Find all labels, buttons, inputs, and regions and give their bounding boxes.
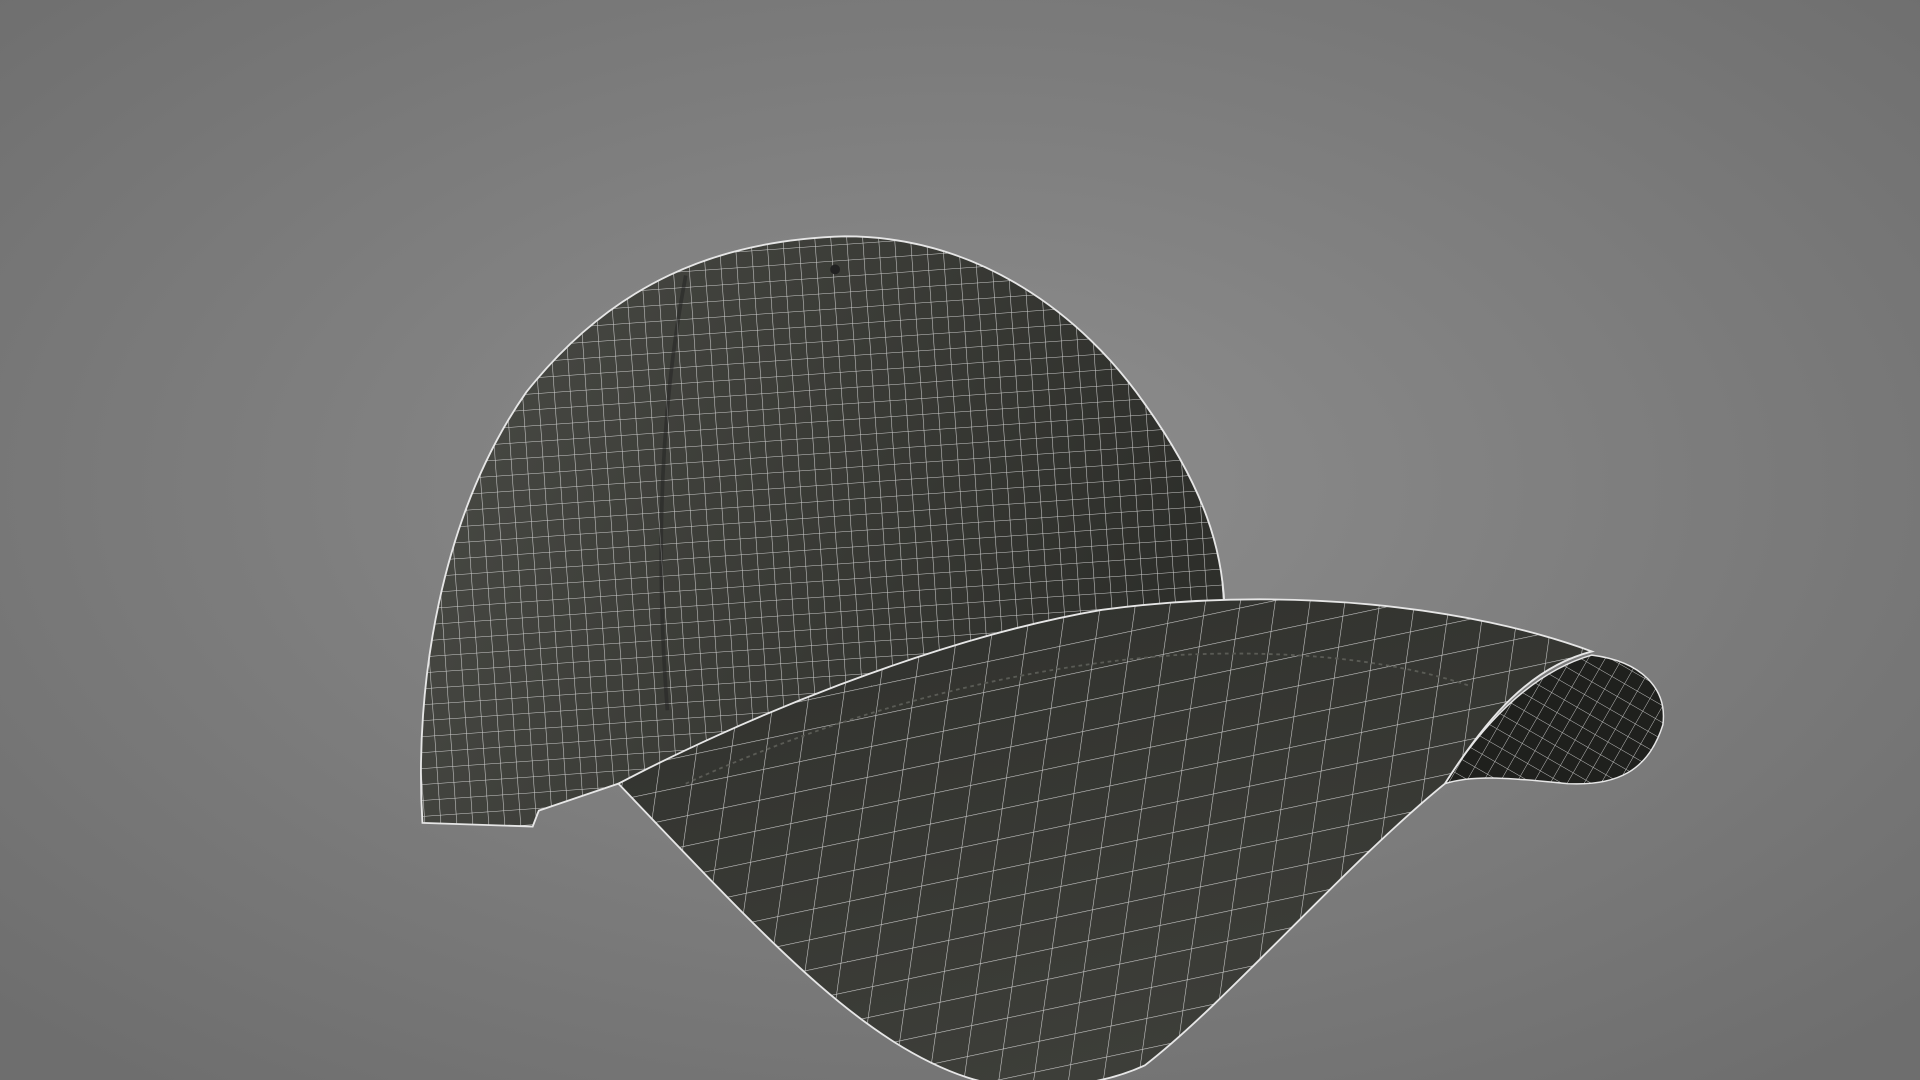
render-viewport [0,0,1920,1080]
cap-eyelet [830,264,840,275]
